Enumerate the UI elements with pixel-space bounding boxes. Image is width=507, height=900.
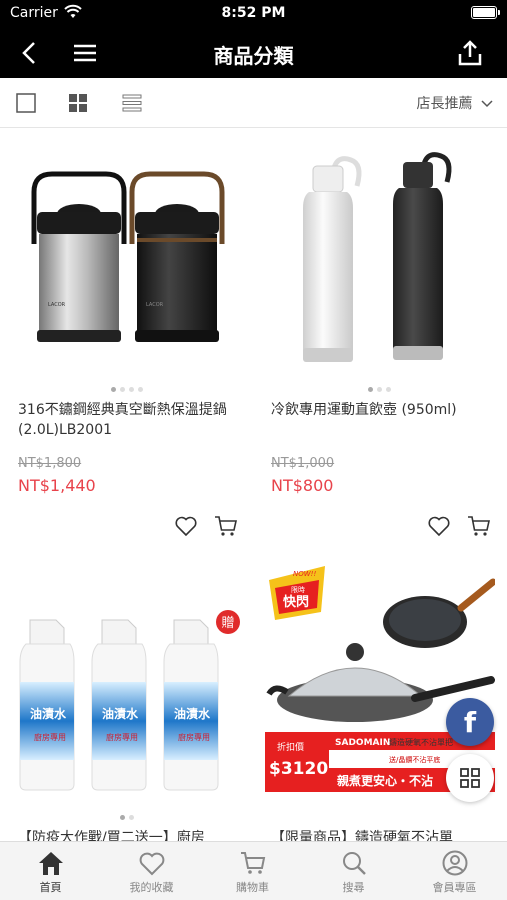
chevron-down-icon <box>481 100 493 108</box>
product-name[interactable]: 【限量商品】鑄造硬氧不沾單 <box>271 828 493 841</box>
tab-favorites[interactable]: 我的收藏 <box>101 842 202 900</box>
view-toolbar: 店長推薦 <box>0 78 507 128</box>
svg-text:LACOR: LACOR <box>48 302 66 308</box>
pager-dot <box>377 387 382 392</box>
product-image[interactable]: LACOR LACOR <box>12 134 242 374</box>
promo-slogan: 親煮更安心・不沾 <box>337 773 433 788</box>
tab-home[interactable]: 首頁 <box>0 842 101 900</box>
gift-badge: 贈 <box>221 615 234 631</box>
product-image[interactable]: 油漬水 油漬水 油漬水 廚房專用 廚房專用 廚房專用 贈 <box>12 562 242 802</box>
nav-bar: 商品分類 <box>0 28 507 78</box>
clock: 8:52 PM <box>221 5 286 21</box>
tab-label: 會員專區 <box>432 881 477 894</box>
svg-text:LACOR: LACOR <box>146 302 164 308</box>
pager-dot <box>110 387 116 392</box>
status-bar: Carrier 8:52 PM <box>0 0 507 28</box>
promo-price-label: 折扣價 <box>277 741 304 753</box>
pager-dot <box>368 387 373 392</box>
promo-brand: SADOMAIN <box>335 738 390 748</box>
quick-menu-button[interactable] <box>446 754 494 802</box>
pager-dot <box>128 387 134 392</box>
sale-price: NT$1,440 <box>18 476 96 495</box>
product-grid: LACOR LACOR 316不鏽鋼經典真空斷熱保溫提鍋 (2.0L)LB200… <box>0 128 507 841</box>
tab-label: 搜尋 <box>342 881 365 894</box>
image-pager <box>0 384 253 392</box>
tab-label: 首頁 <box>39 881 62 894</box>
list-view-icon[interactable] <box>122 93 142 113</box>
single-view-icon[interactable] <box>16 93 36 113</box>
home-icon <box>38 852 63 875</box>
user-icon <box>442 850 467 876</box>
sort-label: 店長推薦 <box>416 96 473 112</box>
product-name[interactable]: 316不鏽鋼經典真空斷熱保溫提鍋 (2.0L)LB2001 <box>18 400 240 440</box>
product-name[interactable]: 【防疫大作戰/買二送一】廚房 <box>18 828 240 841</box>
pager-dot <box>128 815 134 820</box>
bottle-label: 油漬水 <box>102 706 139 721</box>
bottle-label: 油漬水 <box>174 706 211 721</box>
pager-dot <box>119 387 125 392</box>
promo-tag-main: 快閃 <box>283 594 309 610</box>
product-image[interactable] <box>265 134 495 374</box>
tab-bar: 首頁 我的收藏 購物車 搜尋 會員專區 <box>0 841 507 900</box>
promo-banner-line1: 鑄造硬氧不沾單把 <box>389 737 453 747</box>
tab-member[interactable]: 會員專區 <box>404 842 505 900</box>
tab-search[interactable]: 搜尋 <box>303 842 404 900</box>
battery-icon <box>471 6 500 19</box>
tab-label: 購物車 <box>236 881 269 894</box>
add-to-cart-icon[interactable] <box>214 514 238 538</box>
original-price: NT$1,000 <box>271 456 335 471</box>
heart-icon[interactable] <box>174 514 198 538</box>
page-title: 商品分類 <box>213 44 294 68</box>
tab-cart[interactable]: 購物車 <box>202 842 303 900</box>
image-pager <box>253 384 506 392</box>
grid-view-icon[interactable] <box>68 93 88 113</box>
product-name[interactable]: 冷飲專用運動直飲壺 (950ml) <box>271 400 493 420</box>
tab-label: 我的收藏 <box>129 881 174 894</box>
promo-tag-top: NOW!! <box>293 570 316 578</box>
sort-dropdown[interactable]: 店長推薦 <box>417 93 493 113</box>
add-to-cart-icon[interactable] <box>467 514 491 538</box>
bottle-sublabel: 廚房專用 <box>106 732 138 742</box>
bottle-sublabel: 廚房專用 <box>178 732 210 742</box>
image-pager <box>0 812 253 820</box>
cart-icon <box>240 852 265 874</box>
bottle-label: 油漬水 <box>30 706 67 721</box>
bottle-sublabel: 廚房專用 <box>34 732 66 742</box>
heart-icon <box>139 852 164 876</box>
promo-banner-line2: 送/晶鑽不沾平底 <box>389 755 440 764</box>
grid-icon <box>460 768 480 788</box>
search-icon <box>342 852 366 875</box>
pager-dot <box>386 387 391 392</box>
sale-price: NT$800 <box>271 476 334 495</box>
pager-dot <box>137 387 143 392</box>
facebook-button[interactable]: f <box>446 698 494 746</box>
pager-dot <box>119 815 125 820</box>
promo-tag-mid: 限時 <box>291 585 305 594</box>
heart-icon[interactable] <box>427 514 451 538</box>
share-icon[interactable] <box>455 38 485 68</box>
promo-price: $3120 <box>269 759 328 779</box>
original-price: NT$1,800 <box>18 456 82 471</box>
spray-bottles <box>19 619 219 791</box>
